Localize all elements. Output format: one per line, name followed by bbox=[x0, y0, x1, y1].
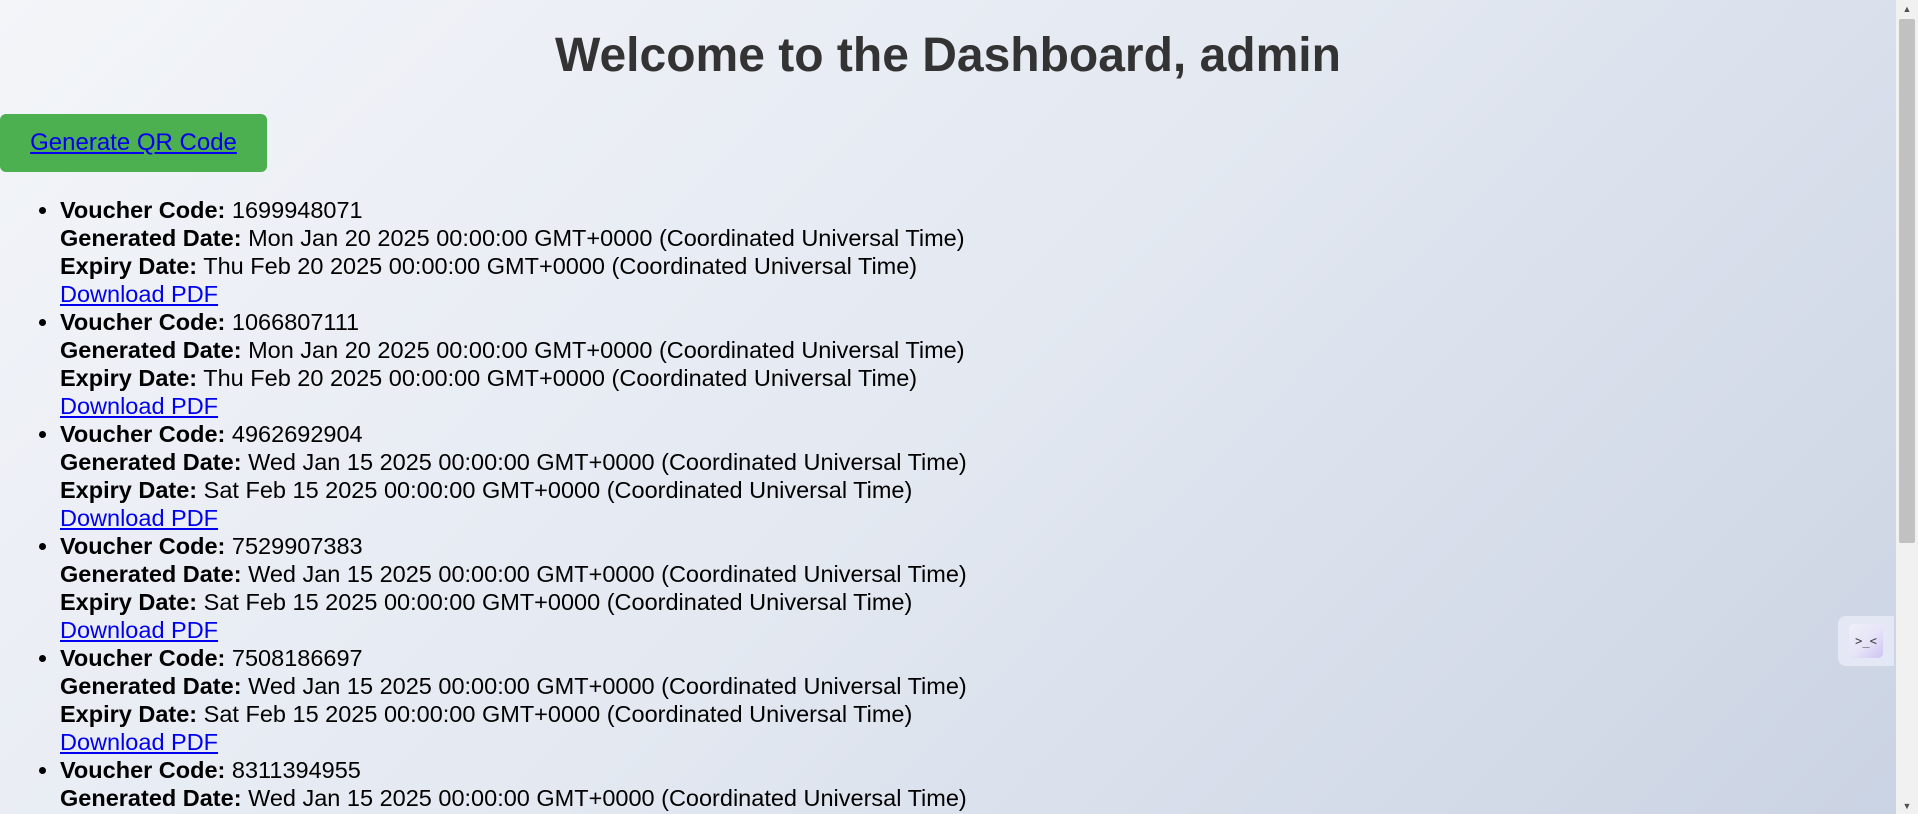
generated-date-label: Generated Date: bbox=[60, 225, 242, 251]
list-item: Voucher Code: 7508186697 Generated Date:… bbox=[60, 644, 967, 756]
generated-date-row: Generated Date: Wed Jan 15 2025 00:00:00… bbox=[60, 672, 967, 700]
generated-date-row: Generated Date: Wed Jan 15 2025 00:00:00… bbox=[60, 560, 967, 588]
expiry-date-label: Expiry Date: bbox=[60, 365, 198, 391]
generated-date-label: Generated Date: bbox=[60, 673, 242, 699]
voucher-code-value: 4962692904 bbox=[231, 421, 363, 447]
generated-date-row: Generated Date: Wed Jan 15 2025 00:00:00… bbox=[60, 784, 967, 812]
voucher-code-label: Voucher Code: bbox=[60, 645, 226, 671]
scrollbar-thumb[interactable] bbox=[1899, 19, 1915, 543]
list-item: Voucher Code: 7529907383 Generated Date:… bbox=[60, 532, 967, 644]
voucher-code-label: Voucher Code: bbox=[60, 757, 226, 783]
generated-date-row: Generated Date: Mon Jan 20 2025 00:00:00… bbox=[60, 336, 967, 364]
generated-date-row: Generated Date: Wed Jan 15 2025 00:00:00… bbox=[60, 448, 967, 476]
expiry-date-value: Sat Feb 15 2025 00:00:00 GMT+0000 (Coord… bbox=[203, 477, 913, 503]
download-pdf-link[interactable]: Download PDF bbox=[60, 505, 218, 531]
dashboard-page: Welcome to the Dashboard, admin Generate… bbox=[0, 0, 1896, 814]
expiry-date-value: Thu Feb 20 2025 00:00:00 GMT+0000 (Coord… bbox=[203, 365, 918, 391]
voucher-code-label: Voucher Code: bbox=[60, 533, 226, 559]
download-pdf-link[interactable]: Download PDF bbox=[60, 393, 218, 419]
expiry-date-label: Expiry Date: bbox=[60, 253, 198, 279]
voucher-code-row: Voucher Code: 8311394955 bbox=[60, 756, 967, 784]
expiry-date-label: Expiry Date: bbox=[60, 701, 198, 727]
download-pdf-link[interactable]: Download PDF bbox=[60, 617, 218, 643]
voucher-code-value: 1066807111 bbox=[231, 309, 360, 335]
generated-date-value: Mon Jan 20 2025 00:00:00 GMT+0000 (Coord… bbox=[248, 225, 965, 251]
expiry-date-row: Expiry Date: Thu Feb 20 2025 00:00:00 GM… bbox=[60, 252, 967, 280]
expiry-date-row: Expiry Date: Sat Feb 15 2025 00:00:00 GM… bbox=[60, 588, 967, 616]
download-pdf-link[interactable]: Download PDF bbox=[60, 729, 218, 755]
generated-date-row: Generated Date: Mon Jan 20 2025 00:00:00… bbox=[60, 224, 967, 252]
expiry-date-row: Expiry Date: Sat Feb 15 2025 00:00:00 GM… bbox=[60, 476, 967, 504]
generated-date-value: Wed Jan 15 2025 00:00:00 GMT+0000 (Coord… bbox=[248, 561, 967, 587]
voucher-code-row: Voucher Code: 1066807111 bbox=[60, 308, 967, 336]
voucher-code-row: Voucher Code: 7529907383 bbox=[60, 532, 967, 560]
expiry-date-value: Sat Feb 15 2025 00:00:00 GMT+0000 (Coord… bbox=[203, 701, 913, 727]
generated-date-label: Generated Date: bbox=[60, 561, 242, 587]
list-item: Voucher Code: 1699948071 Generated Date:… bbox=[60, 196, 967, 308]
assistant-widget-icon[interactable]: >_< bbox=[1849, 624, 1883, 658]
voucher-code-row: Voucher Code: 7508186697 bbox=[60, 644, 967, 672]
scroll-up-arrow-icon[interactable]: ▲ bbox=[1896, 0, 1918, 17]
generated-date-value: Mon Jan 20 2025 00:00:00 GMT+0000 (Coord… bbox=[248, 337, 965, 363]
expiry-date-row: Expiry Date: Thu Feb 20 2025 00:00:00 GM… bbox=[60, 364, 967, 392]
generated-date-value: Wed Jan 15 2025 00:00:00 GMT+0000 (Coord… bbox=[248, 449, 967, 475]
voucher-code-row: Voucher Code: 4962692904 bbox=[60, 420, 967, 448]
generate-qr-button[interactable]: Generate QR Code bbox=[0, 114, 267, 172]
voucher-list: Voucher Code: 1699948071 Generated Date:… bbox=[0, 196, 967, 812]
voucher-code-label: Voucher Code: bbox=[60, 197, 226, 223]
list-item: Voucher Code: 4962692904 Generated Date:… bbox=[60, 420, 967, 532]
page-title: Welcome to the Dashboard, admin bbox=[555, 29, 1341, 82]
generated-date-label: Generated Date: bbox=[60, 449, 242, 475]
voucher-code-label: Voucher Code: bbox=[60, 421, 226, 447]
voucher-code-value: 7529907383 bbox=[231, 533, 363, 559]
download-pdf-link[interactable]: Download PDF bbox=[60, 281, 218, 307]
expiry-date-label: Expiry Date: bbox=[60, 589, 198, 615]
assistant-widget[interactable]: >_< bbox=[1838, 616, 1894, 666]
list-item: Voucher Code: 8311394955 Generated Date:… bbox=[60, 756, 967, 812]
expiry-date-value: Thu Feb 20 2025 00:00:00 GMT+0000 (Coord… bbox=[203, 253, 918, 279]
voucher-code-value: 1699948071 bbox=[231, 197, 363, 223]
expiry-date-row: Expiry Date: Sat Feb 15 2025 00:00:00 GM… bbox=[60, 700, 967, 728]
expiry-date-value: Sat Feb 15 2025 00:00:00 GMT+0000 (Coord… bbox=[203, 589, 913, 615]
generated-date-label: Generated Date: bbox=[60, 785, 242, 811]
generated-date-value: Wed Jan 15 2025 00:00:00 GMT+0000 (Coord… bbox=[248, 673, 967, 699]
generate-qr-link[interactable]: Generate QR Code bbox=[30, 129, 237, 157]
voucher-code-value: 8311394955 bbox=[231, 757, 361, 783]
vertical-scrollbar[interactable]: ▲ ▼ bbox=[1896, 0, 1918, 814]
list-item: Voucher Code: 1066807111 Generated Date:… bbox=[60, 308, 967, 420]
voucher-code-value: 7508186697 bbox=[231, 645, 363, 671]
voucher-code-label: Voucher Code: bbox=[60, 309, 226, 335]
generated-date-value: Wed Jan 15 2025 00:00:00 GMT+0000 (Coord… bbox=[248, 785, 967, 811]
generated-date-label: Generated Date: bbox=[60, 337, 242, 363]
scroll-down-arrow-icon[interactable]: ▼ bbox=[1896, 797, 1918, 814]
voucher-code-row: Voucher Code: 1699948071 bbox=[60, 196, 967, 224]
expiry-date-label: Expiry Date: bbox=[60, 477, 198, 503]
